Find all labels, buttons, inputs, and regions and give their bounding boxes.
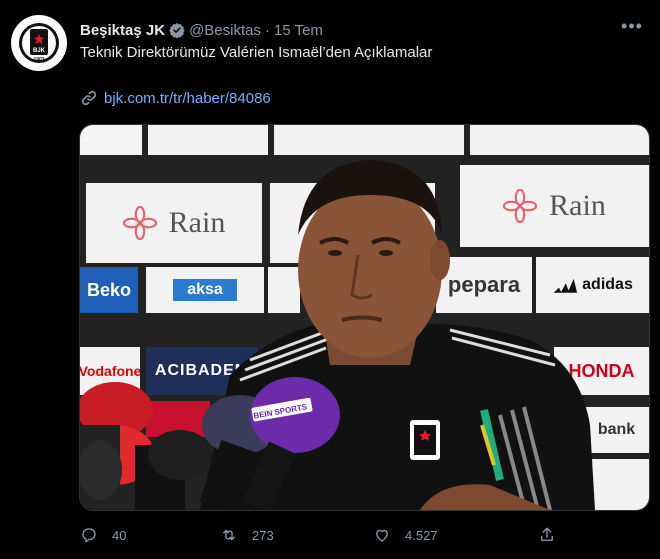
retweet-count: 273 xyxy=(252,527,274,543)
retweet-button[interactable]: 273 xyxy=(220,523,274,547)
link-text[interactable]: bjk.com.tr/tr/haber/84086 xyxy=(104,90,271,107)
timestamp[interactable]: 15 Tem xyxy=(274,22,323,39)
tweet[interactable]: BJK 1903 Beşiktaş JK @Besiktas · 15 Tem … xyxy=(0,0,660,559)
microphones: BEIN SPORTS xyxy=(80,377,340,510)
retweet-icon xyxy=(223,529,235,541)
reply-count: 40 xyxy=(112,527,127,543)
avatar-text: BJK xyxy=(33,48,46,54)
avatar[interactable]: BJK 1903 xyxy=(11,15,67,71)
tweet-image[interactable]: Rain Rain Beko aksa pepara adidas Vodafo… xyxy=(79,124,650,511)
tweet-header: Beşiktaş JK @Besiktas · 15 Tem xyxy=(80,20,323,40)
like-icon xyxy=(376,529,388,542)
like-button[interactable]: 4.527 xyxy=(373,523,438,547)
like-count: 4.527 xyxy=(405,527,438,543)
verified-badge-icon xyxy=(169,23,185,38)
tweet-actions: 40 273 4.527 xyxy=(80,523,580,547)
separator-dot: · xyxy=(264,21,270,39)
share-button[interactable] xyxy=(538,523,570,547)
reply-button[interactable]: 40 xyxy=(80,523,126,547)
avatar-year: 1903 xyxy=(33,57,44,63)
share-icon xyxy=(541,527,553,541)
link-icon xyxy=(81,90,97,106)
handle[interactable]: @Besiktas xyxy=(189,22,261,39)
reply-icon xyxy=(82,528,96,543)
tweet-text: Teknik Direktörümüz Valérien Ismaël’den … xyxy=(80,44,433,61)
link-row[interactable]: bjk.com.tr/tr/haber/84086 xyxy=(80,89,271,107)
display-name[interactable]: Beşiktaş JK xyxy=(80,22,165,39)
more-icon[interactable]: ••• xyxy=(620,16,644,40)
